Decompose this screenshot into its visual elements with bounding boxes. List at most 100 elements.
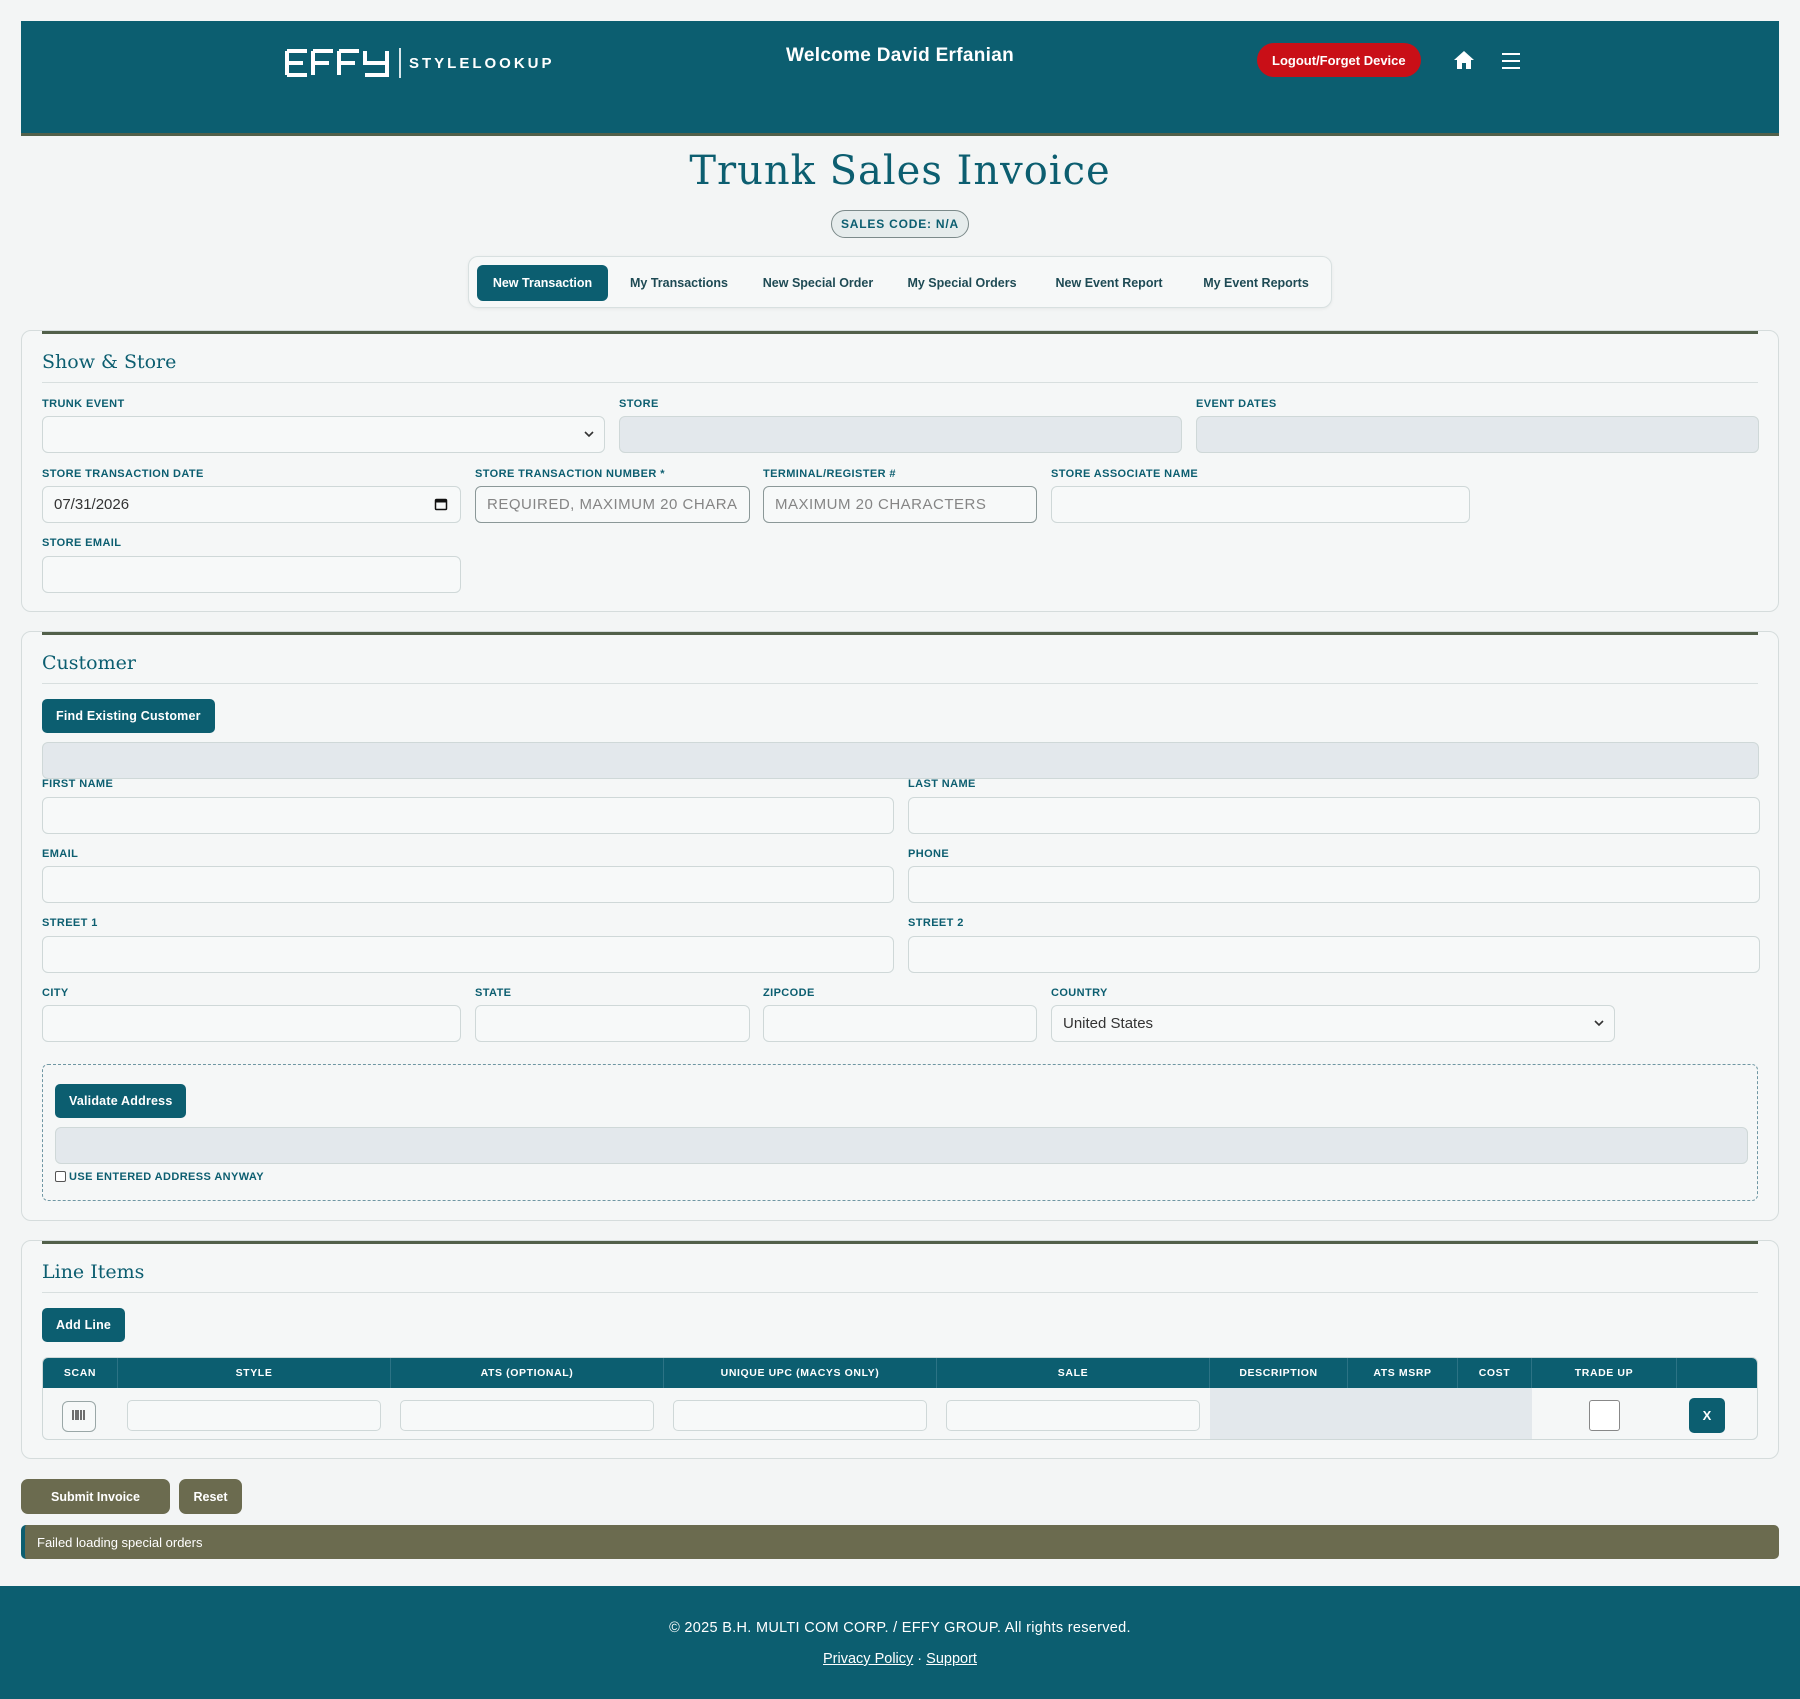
sale-input[interactable] [946,1400,1200,1431]
store-email-label: STORE EMAIL [42,537,122,549]
zipcode-label: ZIPCODE [763,987,815,999]
line-items-table: SCAN STYLE ATS (OPTIONAL) UNIQUE UPC (MA… [42,1357,1758,1440]
top-header: STYLELOOKUP Welcome David Erfanian Logou… [21,21,1779,136]
street2-label: STREET 2 [908,917,964,929]
last-name-label: LAST NAME [908,778,976,790]
copyright-text: © 2025 B.H. MULTI COM CORP. / EFFY GROUP… [669,1620,1131,1636]
last-name-input[interactable] [908,797,1760,834]
col-scan: SCAN [43,1358,118,1388]
style-input[interactable] [127,1400,381,1431]
use-entered-label: USE ENTERED ADDRESS ANYWAY [69,1171,264,1183]
col-ats: ATS (OPTIONAL) [391,1358,664,1388]
street2-input[interactable] [908,936,1760,973]
tab-my-event-reports[interactable]: My Event Reports [1186,265,1326,301]
zipcode-input[interactable] [763,1005,1037,1042]
trade-up-checkbox[interactable] [1589,1400,1620,1431]
page-title: Trunk Sales Invoice [689,148,1111,194]
table-header: SCAN STYLE ATS (OPTIONAL) UNIQUE UPC (MA… [43,1358,1757,1388]
txn-date-input[interactable]: 07/31/2026 [42,486,461,523]
customer-card: Customer Find Existing Customer FIRST NA… [21,631,1779,1221]
chevron-down-icon [582,427,596,441]
email-label: EMAIL [42,848,79,860]
email-input[interactable] [42,866,894,903]
section-divider [42,382,1758,383]
state-label: STATE [475,987,512,999]
street1-input[interactable] [42,936,894,973]
event-dates-field [1196,416,1759,453]
col-trade-up: TRADE UP [1532,1358,1677,1388]
line-items-card: Line Items Add Line SCAN STYLE ATS (OPTI… [21,1240,1779,1459]
state-input[interactable] [475,1005,750,1042]
barcode-icon [72,1408,86,1426]
ats-input[interactable] [400,1400,654,1431]
phone-input[interactable] [908,866,1760,903]
phone-label: PHONE [908,848,950,860]
menu-icon[interactable] [1500,50,1522,72]
tab-new-transaction[interactable]: New Transaction [477,265,608,301]
section-title-customer: Customer [42,652,136,674]
tab-my-transactions[interactable]: My Transactions [614,265,744,301]
footer: © 2025 B.H. MULTI COM CORP. / EFFY GROUP… [0,1586,1800,1699]
reset-button[interactable]: Reset [179,1479,242,1514]
unique-upc-input[interactable] [673,1400,927,1431]
terminal-input[interactable] [775,487,1025,522]
card-accent-line [42,331,1758,334]
customer-search-result [42,742,1759,779]
tab-new-event-report[interactable]: New Event Report [1038,265,1180,301]
street1-label: STREET 1 [42,917,98,929]
cost-cell [1458,1388,1532,1439]
txn-date-label: STORE TRANSACTION DATE [42,468,204,480]
txn-number-input[interactable] [487,487,738,522]
store-label: STORE [619,398,659,410]
store-email-input[interactable] [42,556,461,593]
col-cost: COST [1458,1358,1532,1388]
chevron-down-icon [1592,1016,1606,1030]
section-title-show-store: Show & Store [42,351,177,373]
txn-number-field[interactable] [475,486,750,523]
event-dates-label: EVENT DATES [1196,398,1277,410]
use-entered-checkbox[interactable] [55,1171,66,1182]
terminal-field[interactable] [763,486,1037,523]
find-customer-button[interactable]: Find Existing Customer [42,699,215,733]
privacy-policy-link[interactable]: Privacy Policy [823,1651,913,1667]
validation-result [55,1127,1748,1164]
city-input[interactable] [42,1005,461,1042]
country-value: United States [1063,1015,1154,1032]
associate-label: STORE ASSOCIATE NAME [1051,468,1199,480]
ats-msrp-cell [1348,1388,1458,1439]
tab-new-special-order[interactable]: New Special Order [750,265,886,301]
trunk-event-select[interactable] [42,416,605,453]
country-select[interactable]: United States [1051,1005,1615,1042]
show-store-card: Show & Store TRUNK EVENT STORE EVENT DAT… [21,330,1779,612]
section-divider [42,1292,1758,1293]
col-description: DESCRIPTION [1210,1358,1348,1388]
logout-button[interactable]: Logout/Forget Device [1257,43,1421,77]
scan-button[interactable] [62,1401,96,1432]
submit-invoice-button[interactable]: Submit Invoice [21,1479,170,1514]
col-actions [1677,1358,1757,1388]
add-line-button[interactable]: Add Line [42,1308,126,1342]
remove-line-button[interactable]: X [1689,1398,1725,1433]
validate-address-button[interactable]: Validate Address [55,1084,187,1118]
country-label: COUNTRY [1051,987,1108,999]
col-sale: SALE [937,1358,1210,1388]
tab-my-special-orders[interactable]: My Special Orders [892,265,1032,301]
section-title-line-items: Line Items [42,1261,145,1283]
txn-number-label: STORE TRANSACTION NUMBER * [475,468,665,480]
col-ats-msrp: ATS MSRP [1348,1358,1458,1388]
home-icon[interactable] [1453,49,1475,71]
footer-links: Privacy Policy · Support [0,1651,1800,1667]
address-validation-box: Validate Address USE ENTERED ADDRESS ANY… [42,1064,1758,1201]
sales-code-badge: SALES CODE: N/A [831,210,969,238]
trunk-event-label: TRUNK EVENT [42,398,125,410]
footer-separator: · [917,1651,923,1667]
first-name-label: FIRST NAME [42,778,114,790]
status-message: Failed loading special orders [21,1525,1779,1559]
store-field [619,416,1182,453]
calendar-icon[interactable] [434,497,448,511]
support-link[interactable]: Support [926,1651,977,1667]
tab-bar: New Transaction My Transactions New Spec… [468,256,1332,308]
associate-input[interactable] [1051,486,1470,523]
first-name-input[interactable] [42,797,894,834]
card-accent-line [42,632,1758,635]
